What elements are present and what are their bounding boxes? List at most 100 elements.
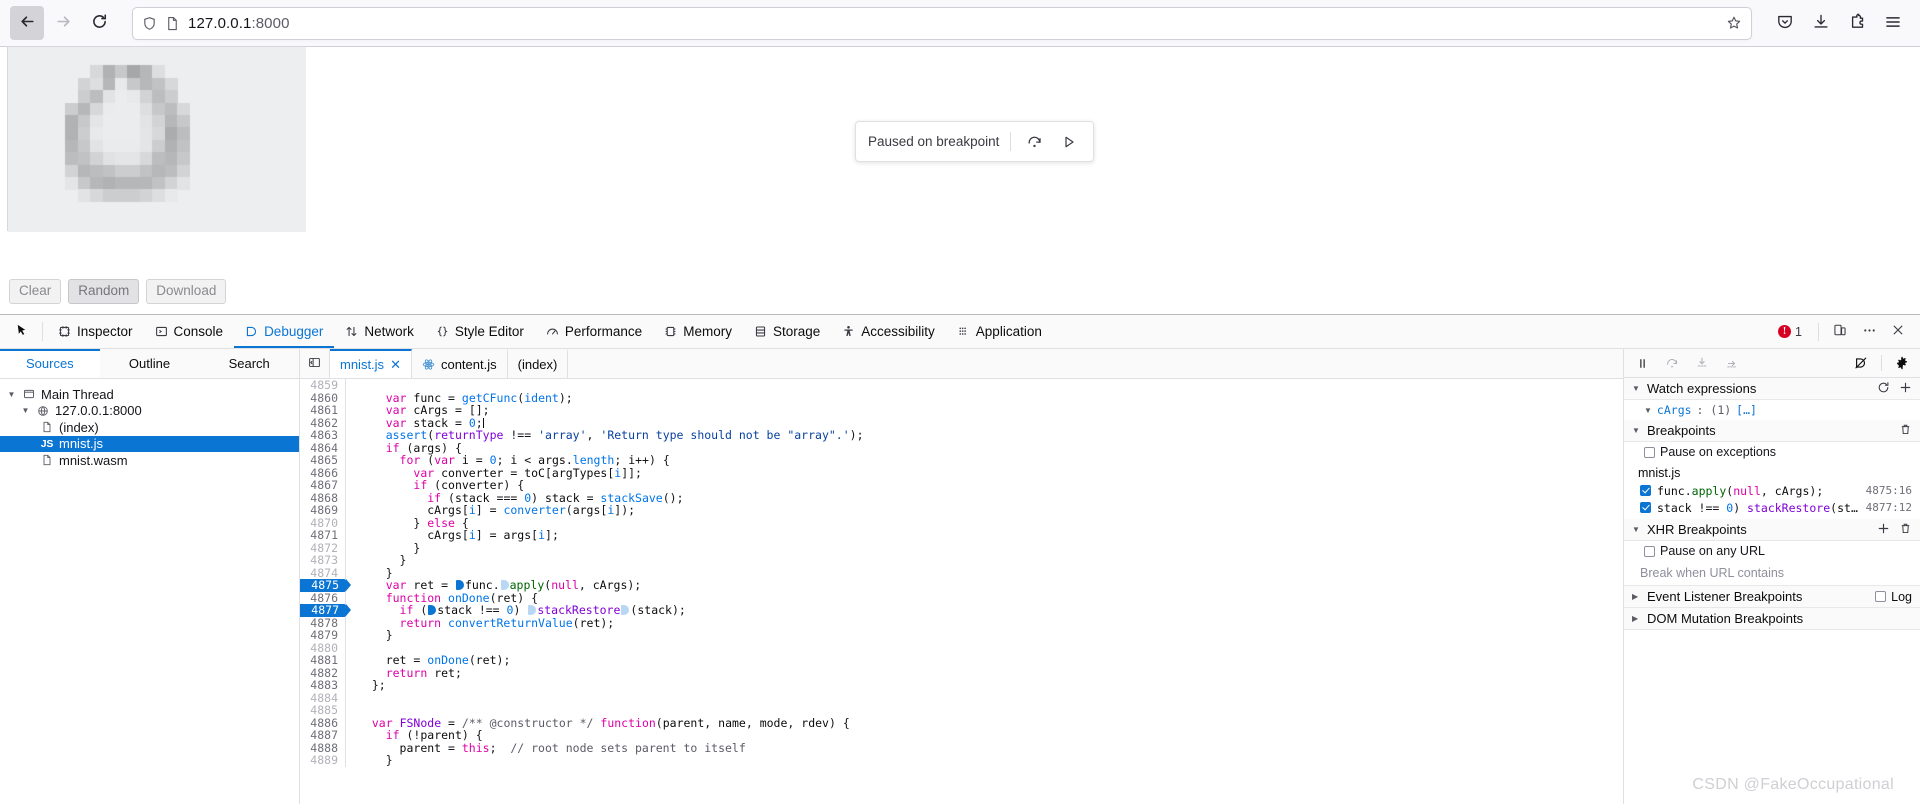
line-number[interactable]: 4871	[300, 529, 346, 542]
extensions-button[interactable]	[1840, 6, 1874, 40]
code-line[interactable]: 4872 }	[300, 541, 1623, 554]
code-line[interactable]: 4863 assert(returnType !== 'array', 'Ret…	[300, 429, 1623, 442]
line-number[interactable]: 4883	[300, 679, 346, 692]
tree-item-mnist-wasm[interactable]: mnist.wasm	[0, 452, 299, 469]
dom-mutation-breakpoints-header[interactable]: ▶ DOM Mutation Breakpoints	[1624, 608, 1920, 630]
code-line[interactable]: 4887 if (!parent) {	[300, 729, 1623, 742]
toggle-sources-sidebar-button[interactable]	[300, 349, 330, 378]
random-button[interactable]: Random	[68, 279, 140, 305]
xhr-url-input[interactable]: Break when URL contains	[1624, 561, 1920, 586]
pocket-button[interactable]	[1768, 6, 1802, 40]
url-bar[interactable]: 127.0.0.1:8000	[132, 6, 1752, 40]
step-over-icon[interactable]	[1022, 130, 1046, 154]
step-out-icon[interactable]	[1722, 353, 1742, 373]
line-number[interactable]: 4875	[300, 579, 351, 592]
code-text[interactable]: cArgs[i] = args[i];	[346, 529, 559, 542]
code-line[interactable]: 4860 var func = getCFunc(ident);	[300, 391, 1623, 404]
log-checkbox[interactable]	[1875, 591, 1887, 602]
code-text[interactable]: }	[346, 754, 393, 767]
download-button[interactable]: Download	[146, 279, 227, 305]
event-log-toggle[interactable]: Log	[1875, 590, 1912, 604]
breakpoint-item[interactable]: stack !== 0) stackRestore(sta… 4877:12	[1624, 499, 1920, 516]
line-number[interactable]: 4885	[300, 704, 346, 717]
line-number[interactable]: 4877	[300, 604, 351, 617]
line-number[interactable]: 4861	[300, 404, 346, 417]
close-devtools-button[interactable]	[1885, 319, 1911, 345]
tab-storage[interactable]: Storage	[743, 315, 831, 348]
line-number[interactable]: 4869	[300, 504, 346, 517]
element-picker-button[interactable]	[4, 315, 38, 348]
breakpoint-item[interactable]: func.apply(null, cArgs); 4875:16	[1624, 482, 1920, 499]
pause-on-exceptions-checkbox[interactable]	[1644, 446, 1655, 458]
tab-sources[interactable]: Sources	[0, 349, 100, 378]
watch-row-cargs[interactable]: ▼ cArgs: (1) […]	[1624, 400, 1920, 420]
code-line[interactable]: 4886 var FSNode = /** @constructor */ fu…	[300, 716, 1623, 729]
url-text[interactable]: 127.0.0.1:8000	[188, 15, 290, 32]
app-menu-button[interactable]	[1876, 6, 1910, 40]
tree-item-mnist-js[interactable]: JS mnist.js	[0, 435, 299, 452]
digit-canvas[interactable]	[7, 46, 306, 232]
line-number[interactable]: 4859	[300, 379, 346, 392]
deactivate-breakpoints-icon[interactable]	[1851, 353, 1871, 373]
breakpoint-checkbox[interactable]	[1640, 485, 1651, 496]
tree-item-main-thread[interactable]: ▼ Main Thread	[0, 386, 299, 403]
tab-memory[interactable]: Memory	[653, 315, 743, 348]
code-text[interactable]: };	[346, 679, 386, 692]
line-number[interactable]: 4879	[300, 629, 346, 642]
code-text[interactable]	[346, 704, 358, 717]
line-number[interactable]: 4887	[300, 729, 346, 742]
code-text[interactable]: for (var i = 0; i < args.length; i++) {	[346, 454, 670, 467]
plus-icon[interactable]	[1877, 522, 1890, 538]
tab-performance[interactable]: Performance	[535, 315, 653, 348]
code-line[interactable]: 4867 if (converter) {	[300, 479, 1623, 492]
refresh-icon[interactable]	[1877, 381, 1890, 397]
plus-icon[interactable]	[1899, 381, 1912, 397]
responsive-design-mode-button[interactable]	[1827, 319, 1853, 345]
resume-play-icon[interactable]	[1057, 130, 1081, 154]
forward-button[interactable]	[46, 6, 80, 40]
code-line[interactable]: 4861 var cArgs = [];	[300, 404, 1623, 417]
watch-expressions-header[interactable]: ▼ Watch expressions	[1624, 378, 1920, 400]
code-text[interactable]: parent = this; // root node sets parent …	[346, 741, 746, 755]
pause-icon[interactable]	[1632, 353, 1652, 373]
pause-on-any-url-checkbox[interactable]	[1644, 545, 1655, 557]
line-number[interactable]: 4865	[300, 454, 346, 467]
code-editor[interactable]: 4859 4860 var func = getCFunc(ident); 4861…	[300, 379, 1623, 804]
code-line[interactable]: 4884	[300, 691, 1623, 704]
editor-tab-content-js[interactable]: content.js	[412, 349, 508, 378]
tab-inspector[interactable]: Inspector	[47, 315, 144, 348]
tab-network[interactable]: Network	[334, 315, 425, 348]
line-number[interactable]: 4881	[300, 654, 346, 667]
chevron-down-icon[interactable]: ▼	[20, 406, 31, 415]
clear-button[interactable]: Clear	[9, 279, 62, 305]
tab-outline[interactable]: Outline	[100, 349, 200, 378]
line-number[interactable]: 4863	[300, 429, 346, 442]
chevron-down-icon[interactable]: ▼	[1632, 384, 1641, 393]
chevron-right-icon[interactable]: ▶	[1632, 592, 1641, 601]
breakpoints-header[interactable]: ▼ Breakpoints	[1624, 420, 1920, 442]
chevron-right-icon[interactable]: ▶	[1632, 614, 1641, 623]
code-line[interactable]: 4879 }	[300, 629, 1623, 642]
trash-icon[interactable]	[1899, 423, 1912, 439]
code-text[interactable]	[346, 642, 358, 655]
tab-search[interactable]: Search	[199, 349, 299, 378]
chevron-down-icon[interactable]: ▼	[6, 390, 17, 399]
code-line[interactable]: 4881 ret = onDone(ret);	[300, 654, 1623, 667]
code-text[interactable]: }	[346, 554, 407, 567]
chevron-down-icon[interactable]: ▼	[1632, 525, 1641, 534]
code-text[interactable]: ret = onDone(ret);	[346, 654, 511, 667]
tree-item-origin[interactable]: ▼ 127.0.0.1:8000	[0, 403, 299, 420]
pause-on-any-url-row[interactable]: Pause on any URL	[1624, 541, 1920, 561]
editor-tab-mnist-js[interactable]: mnist.js ✕	[330, 349, 412, 378]
downloads-button[interactable]	[1804, 6, 1838, 40]
breakpoint-checkbox[interactable]	[1640, 502, 1651, 513]
tab-style-editor[interactable]: Style Editor	[425, 315, 535, 348]
line-number[interactable]: 4873	[300, 554, 346, 567]
step-over-icon[interactable]	[1662, 353, 1682, 373]
page-document-icon[interactable]	[165, 16, 180, 31]
code-line[interactable]: 4883 };	[300, 679, 1623, 692]
chevron-down-icon[interactable]: ▼	[1644, 406, 1652, 415]
code-line[interactable]: 4871 cArgs[i] = args[i];	[300, 529, 1623, 542]
error-count-badge[interactable]: ! 1	[1770, 325, 1810, 339]
code-line[interactable]: 4873 }	[300, 554, 1623, 567]
